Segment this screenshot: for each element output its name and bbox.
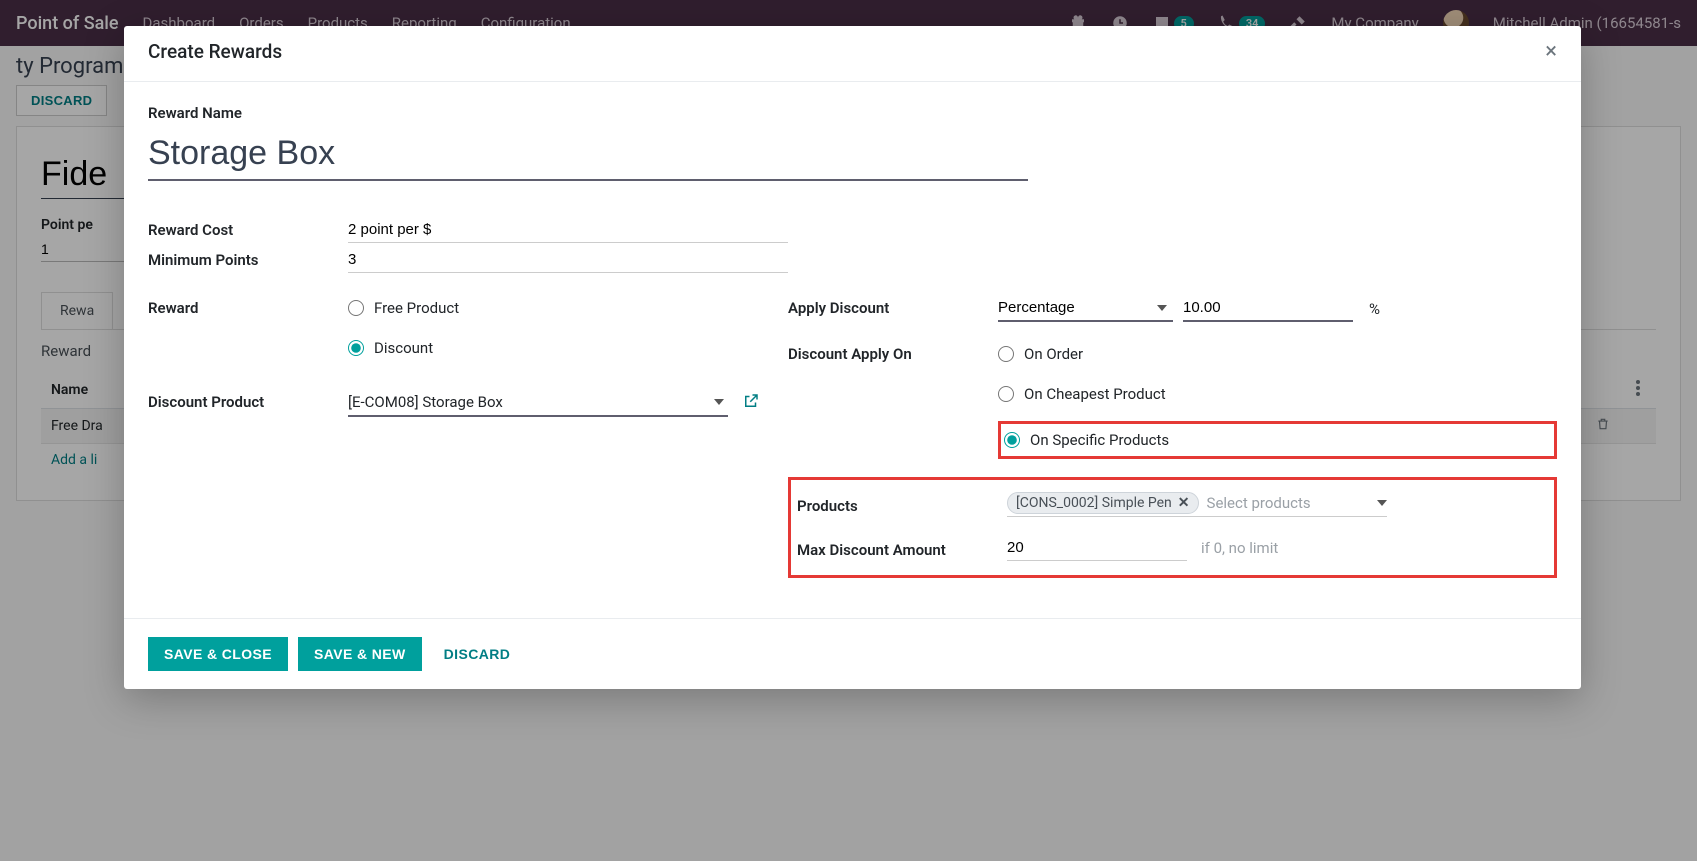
- products-label: Products: [797, 493, 1007, 515]
- product-tag[interactable]: [CONS_0002] Simple Pen ✕: [1007, 492, 1199, 514]
- products-multiselect[interactable]: [CONS_0002] Simple Pen ✕ Select products: [1007, 490, 1387, 517]
- save-new-button[interactable]: SAVE & NEW: [298, 637, 422, 671]
- percent-label: %: [1369, 300, 1380, 318]
- reward-discount-label: Discount: [374, 339, 433, 357]
- discount-apply-on-label: Discount Apply On: [788, 341, 998, 363]
- apply-on-specific-label: On Specific Products: [1030, 431, 1169, 449]
- close-icon[interactable]: ×: [1545, 41, 1557, 63]
- reward-discount-radio[interactable]: Discount: [348, 335, 788, 361]
- apply-on-order-label: On Order: [1024, 345, 1083, 363]
- chevron-down-icon: [1377, 500, 1387, 506]
- reward-free-product-radio[interactable]: Free Product: [348, 295, 788, 321]
- max-discount-hint: if 0, no limit: [1201, 539, 1278, 557]
- chevron-down-icon: [714, 399, 724, 405]
- reward-name-input[interactable]: [148, 128, 1028, 181]
- reward-type-label: Reward: [148, 295, 348, 317]
- max-discount-label: Max Discount Amount: [797, 537, 1007, 559]
- remove-tag-icon[interactable]: ✕: [1178, 495, 1190, 511]
- create-rewards-modal: Create Rewards × Reward Name Reward Cost…: [124, 26, 1581, 689]
- modal-discard-button[interactable]: DISCARD: [432, 637, 523, 671]
- external-link-icon[interactable]: [742, 392, 760, 414]
- max-discount-input[interactable]: [1007, 535, 1187, 561]
- apply-discount-value-input[interactable]: [1183, 295, 1353, 322]
- apply-discount-type-select[interactable]: Percentage: [998, 295, 1173, 322]
- apply-on-specific-radio[interactable]: On Specific Products: [1004, 427, 1546, 453]
- min-points-input[interactable]: [348, 247, 788, 273]
- apply-on-order-radio[interactable]: On Order: [998, 341, 1557, 367]
- apply-on-cheapest-label: On Cheapest Product: [1024, 385, 1166, 403]
- discount-product-select[interactable]: [E-COM08] Storage Box: [348, 389, 728, 417]
- reward-cost-input[interactable]: [348, 217, 788, 243]
- products-placeholder: Select products: [1207, 494, 1369, 512]
- reward-name-label: Reward Name: [148, 100, 1557, 122]
- product-tag-label: [CONS_0002] Simple Pen: [1016, 495, 1172, 511]
- reward-cost-label: Reward Cost: [148, 217, 348, 239]
- apply-discount-label: Apply Discount: [788, 295, 998, 317]
- apply-on-cheapest-radio[interactable]: On Cheapest Product: [998, 381, 1557, 407]
- reward-free-product-label: Free Product: [374, 299, 459, 317]
- min-points-label: Minimum Points: [148, 247, 348, 269]
- save-close-button[interactable]: SAVE & CLOSE: [148, 637, 288, 671]
- discount-product-label: Discount Product: [148, 383, 348, 411]
- modal-title: Create Rewards: [148, 40, 282, 63]
- discount-product-value: [E-COM08] Storage Box: [348, 393, 503, 411]
